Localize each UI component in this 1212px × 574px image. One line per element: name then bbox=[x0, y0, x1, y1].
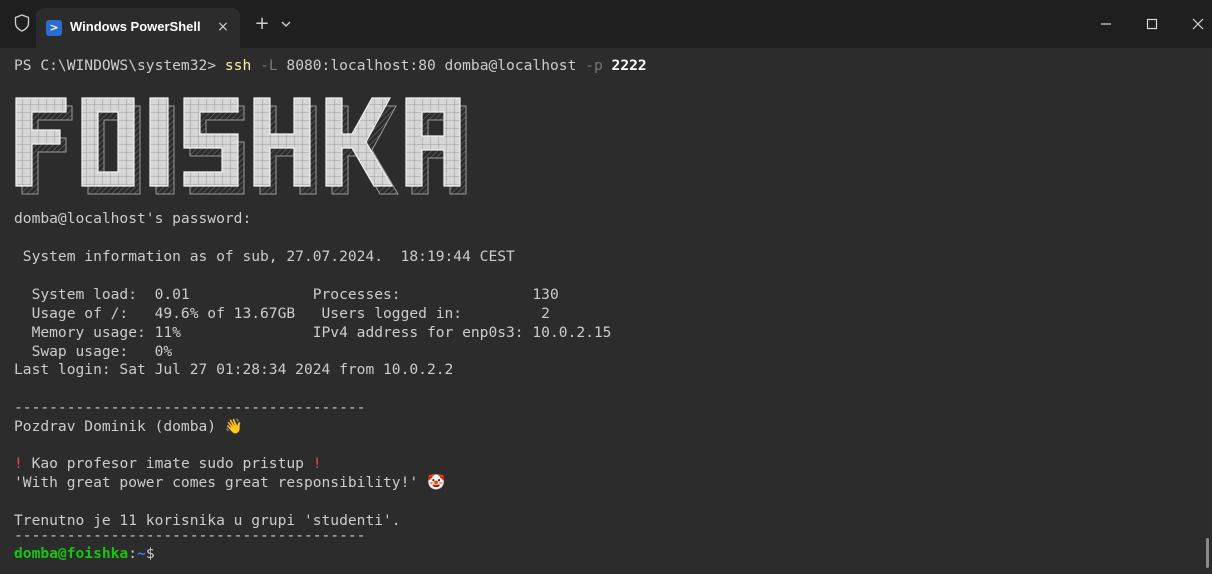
ps-prompt: PS C:\WINDOWS\system32> bbox=[14, 57, 225, 74]
tab-title: Windows PowerShell bbox=[70, 19, 201, 34]
tab-windows-powershell[interactable]: > Windows PowerShell × bbox=[36, 8, 240, 48]
command-flag-p: -p bbox=[585, 57, 603, 74]
last-login: Last login: Sat Jul 27 01:28:34 2024 fro… bbox=[14, 361, 454, 378]
exclamation-icon: ! bbox=[312, 455, 322, 472]
stats-line: Swap usage: 0% bbox=[14, 343, 173, 360]
command-flag-l: -L bbox=[260, 57, 278, 74]
maximize-button[interactable] bbox=[1140, 14, 1164, 34]
separator: ---------------------------------------- bbox=[14, 399, 366, 416]
foishka-banner-art bbox=[15, 97, 467, 195]
stats-line: System load: 0.01 Processes: 130 bbox=[14, 286, 559, 303]
prompt-path: ~ bbox=[137, 545, 146, 562]
quote-line: 'With great power comes great responsibi… bbox=[14, 473, 446, 492]
scrollbar[interactable] bbox=[1206, 538, 1209, 568]
powershell-icon: > bbox=[46, 20, 62, 36]
command-line: PS C:\WINDOWS\system32> ssh -L 8080:loca… bbox=[14, 56, 647, 75]
sysinfo-header: System information as of sub, 27.07.2024… bbox=[14, 248, 515, 265]
shield-icon bbox=[14, 14, 30, 32]
close-button[interactable] bbox=[1186, 14, 1210, 34]
shell-prompt[interactable]: domba@foishka:~$ bbox=[14, 544, 163, 563]
waving-hand-icon: 👋 bbox=[224, 418, 244, 435]
terminal-output[interactable]: PS C:\WINDOWS\system32> ssh -L 8080:loca… bbox=[0, 48, 1200, 574]
command-name: ssh bbox=[224, 57, 252, 74]
sudo-line: ! Kao profesor imate sudo pristup ! bbox=[14, 454, 322, 473]
new-tab-button[interactable]: + bbox=[252, 14, 272, 34]
greeting-text: Pozdrav Dominik (domba) bbox=[14, 418, 225, 435]
title-bar: > Windows PowerShell × + bbox=[0, 0, 1212, 48]
prompt-colon: : bbox=[128, 545, 138, 562]
command-port: 2222 bbox=[611, 57, 647, 74]
sudo-text: Kao profesor imate sudo pristup bbox=[22, 455, 313, 472]
chevron-down-icon[interactable] bbox=[278, 14, 294, 34]
separator: ---------------------------------------- bbox=[14, 527, 366, 544]
prompt-dollar: $ bbox=[145, 545, 164, 562]
tab-close-icon[interactable]: × bbox=[213, 17, 233, 37]
quote-text: 'With great power comes great responsibi… bbox=[14, 474, 427, 491]
terminal-window: > Windows PowerShell × + PS C:\WINDOWS\s… bbox=[0, 0, 1212, 574]
prompt-user: domba@foishka bbox=[14, 545, 129, 562]
clown-face-icon: 🤡 bbox=[426, 474, 446, 491]
command-forward: 8080:localhost:80 domba@localhost bbox=[286, 57, 577, 74]
greeting-line: Pozdrav Dominik (domba) 👋 bbox=[14, 417, 244, 436]
stats-line: Usage of /: 49.6% of 13.67GB Users logge… bbox=[14, 305, 550, 322]
stats-line: Memory usage: 11% IPv4 address for enp0s… bbox=[14, 324, 612, 341]
password-prompt: domba@localhost's password: bbox=[14, 210, 252, 227]
exclamation-icon: ! bbox=[14, 455, 23, 472]
minimize-button[interactable] bbox=[1094, 14, 1118, 34]
